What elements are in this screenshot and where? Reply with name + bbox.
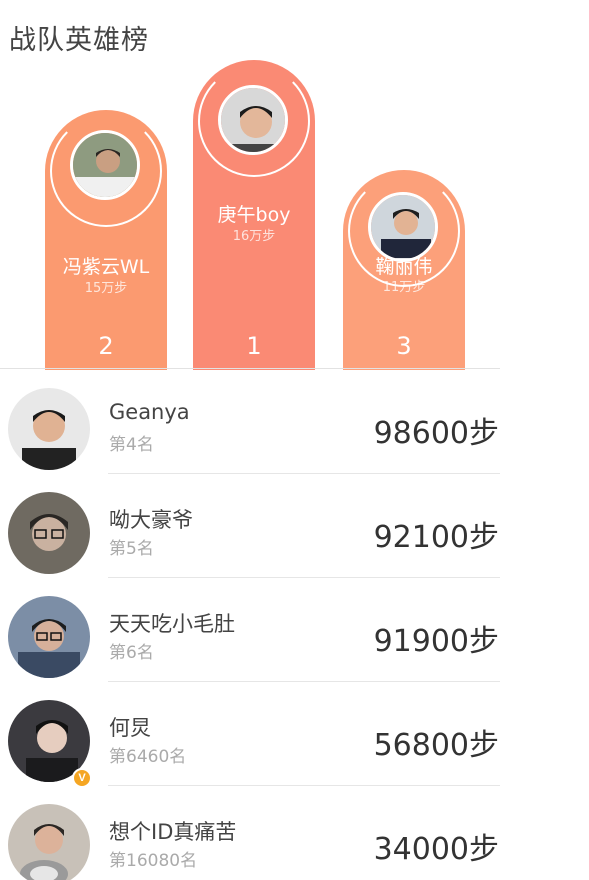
- podium-rank: 1: [246, 332, 262, 360]
- podium-rank: 3: [396, 332, 412, 360]
- user-steps: 91900步: [373, 624, 499, 659]
- user-steps: 92100步: [373, 520, 499, 555]
- user-steps: 98600步: [373, 416, 499, 451]
- list-item[interactable]: 呦大豪爷 第5名 92100步: [0, 474, 589, 578]
- user-name: Geanya: [109, 400, 190, 424]
- avatar[interactable]: [218, 85, 288, 155]
- avatar[interactable]: [70, 130, 140, 200]
- avatar[interactable]: [8, 596, 90, 678]
- user-rank: 第4名: [109, 435, 154, 455]
- user-steps: 34000步: [373, 832, 499, 867]
- podium-steps: 16万步: [232, 229, 276, 244]
- podium-rank: 2: [98, 332, 114, 360]
- user-rank: 第16080名: [109, 851, 198, 871]
- verified-badge-icon: V: [72, 768, 92, 788]
- avatar-photo-icon: [8, 388, 90, 470]
- list-item[interactable]: 何炅 第6460名 56800步 V: [0, 682, 589, 788]
- user-name: 何炅: [109, 716, 151, 740]
- podium-name: 冯紫云WL: [62, 256, 150, 278]
- avatar-photo-icon: [8, 492, 90, 574]
- avatar[interactable]: [8, 492, 90, 574]
- podium-first-place[interactable]: 庚午boy 16万步 1: [193, 60, 315, 370]
- podium-steps: 11万步: [382, 280, 426, 295]
- user-name: 呦大豪爷: [109, 508, 193, 532]
- user-name: 天天吃小毛肚: [109, 612, 235, 636]
- avatar-photo-icon: [8, 596, 90, 678]
- user-name: 想个ID真痛苦: [109, 820, 237, 844]
- avatar[interactable]: [8, 388, 90, 470]
- podium-second-place[interactable]: 冯紫云WL 15万步 2: [45, 110, 167, 370]
- user-rank: 第5名: [109, 539, 154, 559]
- list-item[interactable]: 想个ID真痛苦 第16080名 34000步: [0, 786, 589, 880]
- podium-name: 庚午boy: [217, 204, 291, 226]
- user-rank: 第6460名: [109, 747, 187, 767]
- divider: [0, 368, 500, 369]
- leaderboard-list: Geanya 第4名 98600步 呦大豪爷 第5名 92100步 天天吃小毛肚…: [0, 370, 589, 880]
- user-steps: 56800步: [373, 728, 499, 763]
- avatar-photo-icon: [8, 804, 90, 880]
- list-item[interactable]: 天天吃小毛肚 第6名 91900步: [0, 578, 589, 682]
- podium: 冯紫云WL 15万步 2 庚午boy 16万步 1 鞠丽伟 11万步 3: [0, 0, 589, 370]
- avatar[interactable]: [8, 804, 90, 880]
- user-rank: 第6名: [109, 643, 154, 663]
- podium-name: 鞠丽伟: [375, 256, 433, 278]
- list-item[interactable]: Geanya 第4名 98600步: [0, 370, 589, 474]
- podium-steps: 15万步: [84, 281, 128, 296]
- podium-third-place[interactable]: 鞠丽伟 11万步 3: [343, 170, 465, 370]
